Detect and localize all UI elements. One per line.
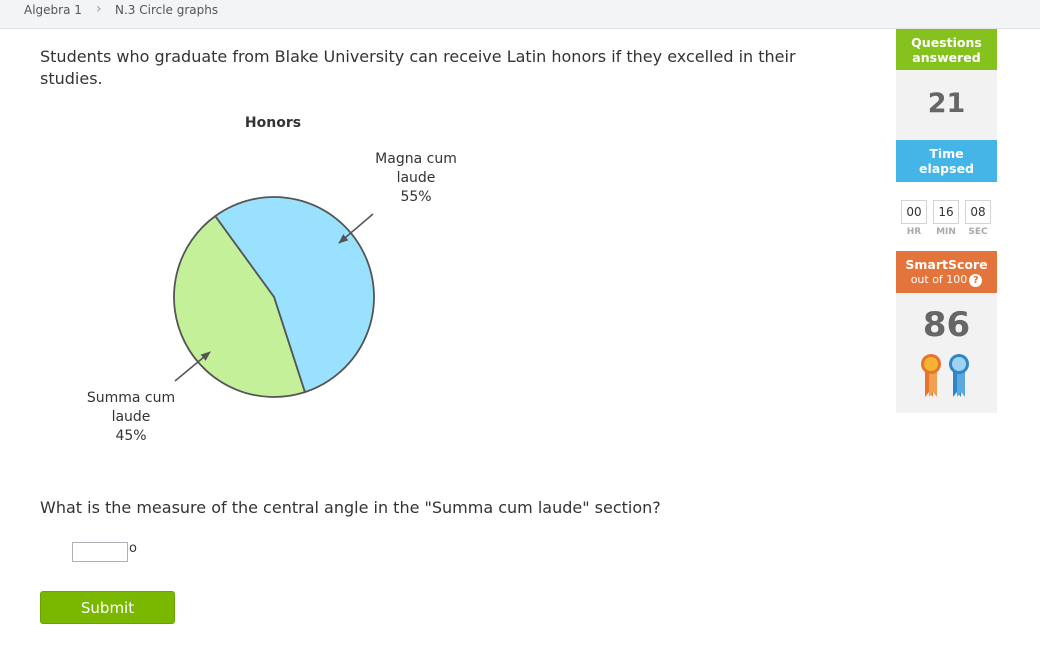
magna-slice-label: Magna cum laude 55% — [364, 150, 468, 207]
timer-seconds: 08 — [965, 200, 991, 224]
smartscore-panel: 86 — [896, 293, 997, 413]
timer-minutes-unit: MIN — [936, 227, 956, 237]
questions-answered-panel: 21 — [896, 70, 997, 140]
questions-answered-label: answered — [912, 50, 981, 65]
orange-ribbon-icon — [921, 354, 941, 397]
questions-answered-count: 21 — [927, 88, 966, 119]
help-icon[interactable]: ? — [969, 273, 983, 287]
magna-label-line: Magna cum — [375, 151, 457, 167]
questions-answered-label: Questions — [911, 35, 982, 50]
smartscore-value: 86 — [922, 305, 971, 345]
smartscore-subtitle: out of 100 — [910, 273, 968, 286]
timer-seconds-unit: SEC — [968, 227, 988, 237]
question-prompt: What is the measure of the central angle… — [40, 498, 661, 517]
smartscore-header: SmartScore out of 100? — [896, 251, 997, 293]
magna-label-line: laude — [396, 170, 436, 186]
summa-slice-label: Summa cum laude 45% — [79, 389, 183, 446]
blue-ribbon-icon — [949, 354, 969, 397]
time-elapsed-label: Time — [929, 146, 964, 161]
questions-answered-header: Questions answered — [896, 29, 997, 70]
time-elapsed-label: elapsed — [918, 161, 974, 176]
submit-button[interactable]: Submit — [40, 591, 175, 624]
answer-input[interactable] — [72, 542, 128, 562]
summa-label-percent: 45% — [115, 428, 147, 444]
pie-chart — [173, 196, 375, 398]
time-elapsed-header: Time elapsed — [896, 140, 997, 182]
timer-hours-unit: HR — [906, 227, 922, 237]
smartscore-title: SmartScore — [905, 257, 988, 272]
timer-minutes: 16 — [933, 200, 959, 224]
magna-label-percent: 55% — [400, 189, 432, 205]
timer-hours: 00 — [901, 200, 927, 224]
smartscore-subtitle-row: out of 100? — [896, 272, 997, 287]
summa-label-line: Summa cum — [86, 390, 176, 406]
degree-symbol: o — [129, 541, 137, 556]
summa-label-line: laude — [111, 409, 151, 425]
